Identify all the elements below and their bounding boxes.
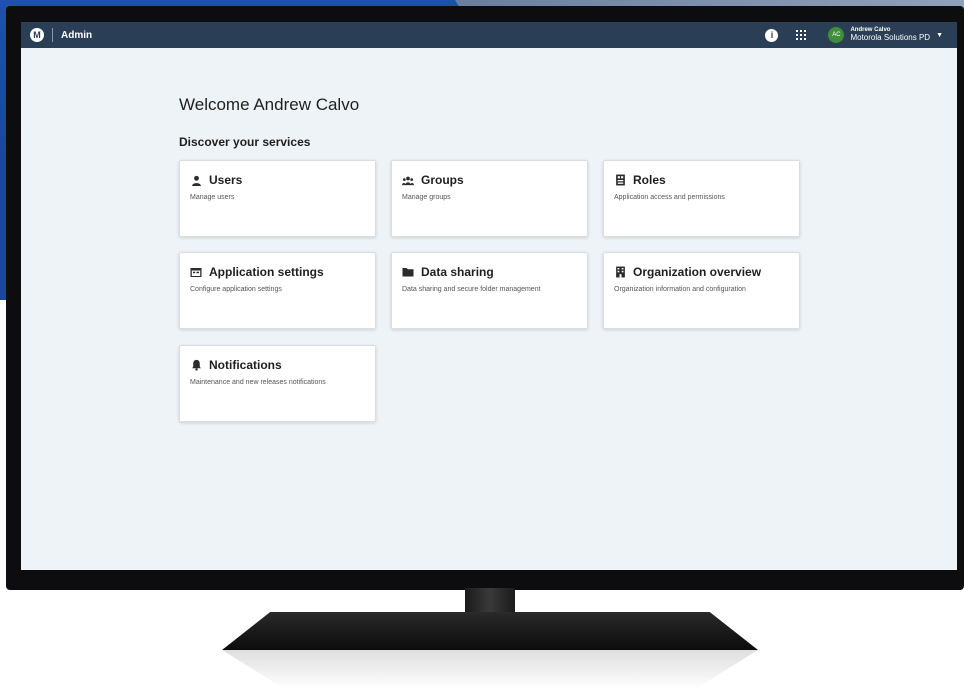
card-title: Notifications — [209, 358, 282, 372]
monitor-stand-base — [222, 612, 758, 650]
app-grid-icon[interactable] — [796, 30, 807, 40]
card-title: Users — [209, 173, 243, 187]
card-description: Manage users — [190, 194, 235, 201]
user-org: Motorola Solutions PD — [850, 32, 931, 42]
caret-down-icon[interactable]: ▼ — [936, 32, 943, 39]
card-description: Application access and permissions — [614, 194, 725, 201]
user-icon — [190, 174, 202, 186]
card-roles[interactable]: Roles Application access and permissions — [603, 160, 800, 237]
card-description: Manage groups — [402, 194, 451, 201]
folder-icon — [402, 266, 414, 278]
card-notifications[interactable]: Notifications Maintenance and new releas… — [179, 345, 376, 422]
card-description: Organization information and configurati… — [614, 286, 746, 293]
section-title: Discover your services — [179, 135, 311, 149]
motorola-logo-icon[interactable]: M — [30, 28, 44, 42]
app-settings-icon — [190, 266, 202, 278]
card-title: Application settings — [209, 265, 324, 279]
card-description: Configure application settings — [190, 286, 282, 293]
topbar-right: i AC Andrew Calvo Motorola Solutions PD … — [765, 27, 957, 43]
top-bar: M Admin i AC Andrew Calvo Motorola Solut… — [21, 22, 957, 48]
card-description: Data sharing and secure folder managemen… — [402, 286, 541, 293]
bell-icon — [190, 359, 202, 371]
monitor-screen: M Admin i AC Andrew Calvo Motorola Solut… — [21, 22, 957, 570]
user-menu[interactable]: Andrew Calvo Motorola Solutions PD — [850, 27, 930, 42]
welcome-heading: Welcome Andrew Calvo — [179, 95, 360, 114]
card-title: Data sharing — [421, 265, 494, 279]
card-title: Groups — [421, 173, 464, 187]
card-groups[interactable]: Groups Manage groups — [391, 160, 588, 237]
card-organization-overview[interactable]: Organization overview Organization infor… — [603, 252, 800, 329]
app-title: Admin — [61, 29, 93, 41]
card-title: Organization overview — [633, 265, 762, 279]
monitor-stand-reflection — [222, 650, 758, 690]
card-application-settings[interactable]: Application settings Configure applicati… — [179, 252, 376, 329]
topbar-divider — [52, 28, 53, 42]
avatar[interactable]: AC — [828, 27, 845, 43]
card-users[interactable]: Users Manage users — [179, 160, 376, 237]
card-title: Roles — [633, 173, 666, 187]
card-description: Maintenance and new releases notificatio… — [190, 379, 326, 386]
groups-icon — [402, 174, 414, 186]
info-icon[interactable]: i — [765, 28, 779, 42]
roles-icon — [614, 174, 626, 186]
card-data-sharing[interactable]: Data sharing Data sharing and secure fol… — [391, 252, 588, 329]
building-icon — [614, 266, 626, 278]
